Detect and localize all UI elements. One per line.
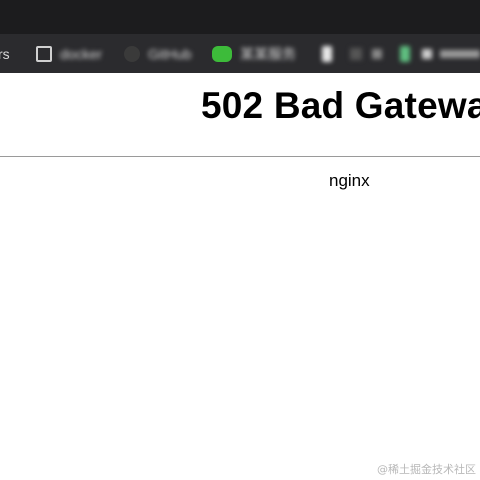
blurred-icon [350,47,362,60]
bookmarks-bar: rs docker GitHub 某某服务 [0,34,480,73]
bookmark-blurred[interactable] [400,34,480,73]
browser-tab-strip [0,0,480,34]
page-icon [322,45,332,62]
chat-icon [212,45,232,62]
bookmark-item[interactable]: rs [0,34,10,73]
folder-icon [36,45,52,62]
bookmark-chat[interactable]: 某某服务 [212,34,296,73]
divider [0,156,480,157]
page-title: 502 Bad Gateway [201,85,480,126]
bookmark-blurred[interactable] [322,34,382,73]
blurred-icon [440,49,480,58]
bookmark-github[interactable]: GitHub [124,34,192,73]
blurred-icon [372,48,382,59]
watermark: @稀土掘金技术社区 [377,463,476,476]
bookmark-label: docker [60,45,103,62]
server-signature: nginx [329,171,370,190]
error-page: 502 Bad Gateway nginx @稀土掘金技术社区 [0,73,480,480]
bookmark-label: GitHub [148,45,192,62]
tab-icon [400,45,410,62]
blurred-icon [422,48,432,59]
bookmark-label: 某某服务 [240,45,296,62]
github-icon [124,45,140,62]
bookmark-docker[interactable]: docker [36,34,102,73]
bookmark-label: rs [0,45,10,62]
